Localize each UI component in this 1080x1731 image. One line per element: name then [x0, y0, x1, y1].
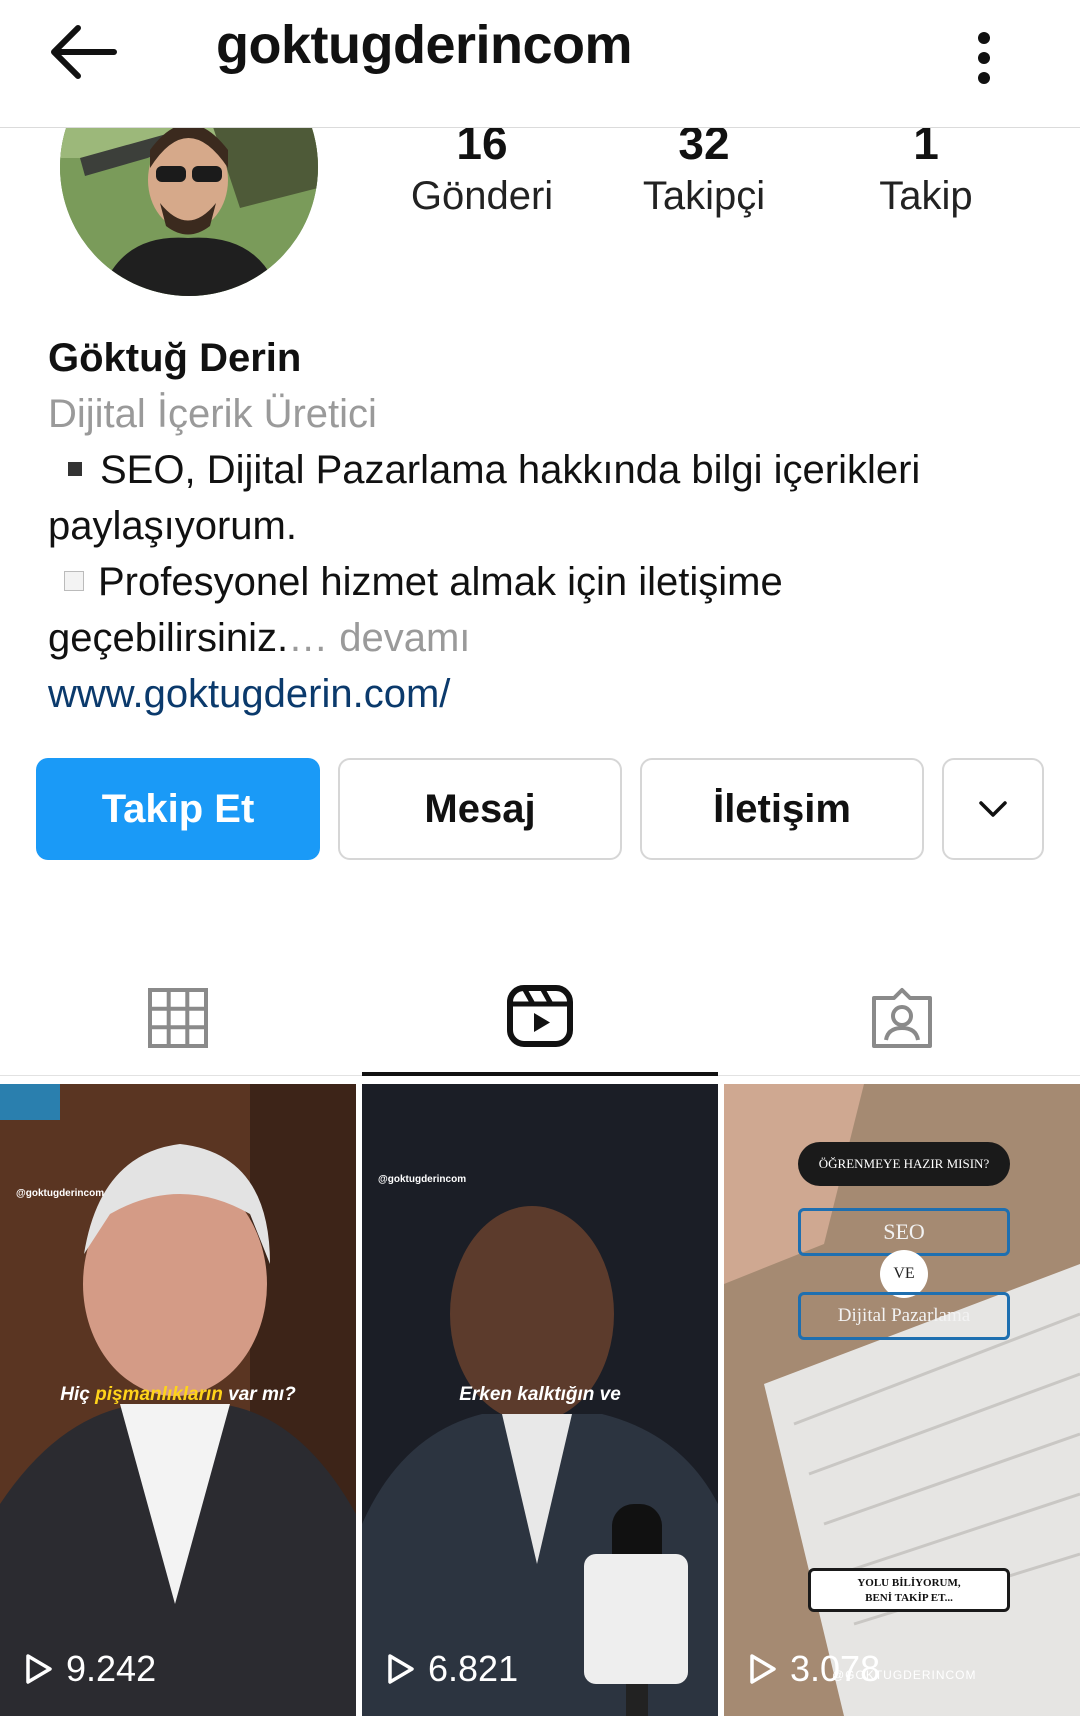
more-vertical-icon	[978, 32, 990, 84]
reel-caption: Hiç pişmanlıkların var mı?	[0, 1384, 356, 1406]
reel-caption-part: Hiç	[60, 1384, 96, 1405]
play-icon	[388, 1654, 414, 1684]
reel-view-count-value: 9.242	[66, 1648, 157, 1689]
reel-box-seo: SEO	[798, 1208, 1010, 1256]
reel-view-count: 6.821	[386, 1648, 518, 1690]
bio-more-link[interactable]: … devamı	[288, 616, 470, 660]
reel-view-count: 9.242	[24, 1648, 156, 1690]
white-square-icon	[64, 571, 84, 592]
more-options-button[interactable]	[960, 14, 1008, 94]
bio-line-3: Profesyonel hizmet almak için iletişime	[48, 554, 1048, 610]
bio-line-1: SEO, Dijital Pazarlama hakkında bilgi iç…	[48, 442, 1048, 498]
reel-note-line: YOLU BİLİYORUM,	[857, 1577, 961, 1589]
reel-view-count: 3.078	[748, 1648, 880, 1690]
reel-view-count-value: 3.078	[790, 1648, 881, 1689]
reel-watermark: @goktugderincom	[16, 1188, 105, 1199]
stat-posts-label: Gönderi	[410, 174, 554, 218]
contact-button[interactable]: İletişim	[640, 758, 924, 860]
play-icon	[750, 1654, 776, 1684]
play-icon	[26, 1654, 52, 1684]
reel-note-box: YOLU BİLİYORUM, BENİ TAKİP ET...	[808, 1568, 1010, 1612]
bio-text-3: Profesyonel hizmet almak için iletişime	[98, 560, 783, 604]
reel-circle-text: VE	[880, 1250, 928, 1298]
stat-following-label: Takip	[879, 174, 973, 218]
profile-name: Göktuğ Derin	[48, 336, 302, 380]
back-button[interactable]	[44, 20, 124, 84]
message-button[interactable]: Mesaj	[338, 758, 622, 860]
reel-thumbnail[interactable]: @goktugderincom Hiç pişmanlıkların var m…	[0, 1084, 356, 1716]
profile-tabs	[0, 960, 1080, 1076]
tab-grid-posts[interactable]	[0, 960, 356, 1076]
reel-caption-part: var mı?	[222, 1384, 296, 1405]
reel-view-count-value: 6.821	[428, 1648, 519, 1689]
reels-icon	[507, 985, 573, 1047]
top-bar: goktugderincom	[0, 0, 1080, 128]
reel-thumbnail[interactable]: ÖĞRENMEYE HAZIR MISIN? SEO VE Dijital Pa…	[724, 1084, 1080, 1716]
tab-reels[interactable]	[362, 960, 718, 1076]
arrow-left-icon	[51, 25, 117, 79]
reel-note-line: BENİ TAKİP ET...	[865, 1592, 953, 1604]
reel-box-digital: Dijital Pazarlama	[798, 1292, 1010, 1340]
reel-caption: Erken kalktığın ve	[459, 1384, 621, 1405]
square-bullet-icon	[68, 462, 82, 477]
follow-button[interactable]: Takip Et	[36, 758, 320, 860]
profile-bio: Göktuğ Derin Dijital İçerik Üretici SEO,…	[48, 330, 1048, 722]
reel-caption-highlight: pişmanlıkların	[95, 1384, 223, 1405]
chevron-down-icon	[979, 801, 1007, 817]
tagged-person-icon	[872, 988, 932, 1048]
bio-text-2: paylaşıyorum.	[48, 504, 297, 548]
tab-tagged[interactable]	[724, 960, 1080, 1076]
bio-text-4: geçebilirsiniz.	[48, 616, 289, 660]
bio-line-4: geçebilirsiniz.… devamı	[48, 610, 1048, 666]
profile-category: Dijital İçerik Üretici	[48, 392, 377, 436]
suggested-accounts-button[interactable]	[942, 758, 1044, 860]
profile-website-link[interactable]: www.goktugderin.com/	[48, 666, 1048, 722]
reel-bubble-text: ÖĞRENMEYE HAZIR MISIN?	[798, 1142, 1010, 1186]
reel-thumbnail[interactable]: @goktugderincom Erken kalktığın ve 6.821	[362, 1084, 718, 1716]
stat-followers-label: Takipçi	[642, 174, 766, 218]
profile-username: goktugderincom	[216, 15, 633, 75]
grid-icon	[148, 988, 208, 1048]
bio-text-1: SEO, Dijital Pazarlama hakkında bilgi iç…	[100, 448, 921, 492]
reel-watermark: @goktugderincom	[378, 1174, 467, 1185]
